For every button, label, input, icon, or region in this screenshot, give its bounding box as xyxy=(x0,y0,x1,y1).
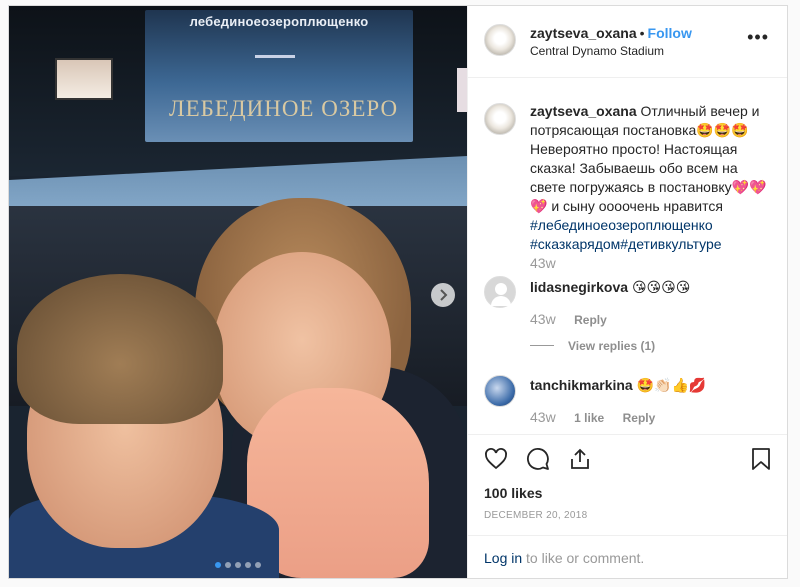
carousel-dot xyxy=(235,562,241,568)
comment-avatar-tanchikmarkina[interactable] xyxy=(484,375,516,407)
comment-timestamp: 43w xyxy=(530,409,556,425)
comment-likes-button[interactable]: 1 like xyxy=(574,411,604,425)
carousel-dot xyxy=(255,562,261,568)
caption-timestamp: 43w xyxy=(530,255,556,271)
view-replies-line xyxy=(530,345,554,347)
caption-username[interactable]: zaytseva_oxana xyxy=(530,103,637,119)
photo-boy-hair xyxy=(17,274,223,424)
post-date: DECEMBER 20, 2018 xyxy=(484,510,588,521)
post-sidebar: zaytseva_oxana • Follow Central Dynamo Sta… xyxy=(467,6,787,578)
caption-avatar[interactable] xyxy=(484,103,516,135)
comment-meta: 43w 1 like Reply xyxy=(530,409,655,427)
comment-username[interactable]: lidasnegirkova xyxy=(530,279,628,295)
comment-timestamp: 43w xyxy=(530,311,556,327)
photo-video-screen xyxy=(55,58,113,100)
header-user-line: zaytseva_oxana • Follow xyxy=(530,25,692,43)
post-header: zaytseva_oxana • Follow Central Dynamo Sta… xyxy=(468,6,787,78)
comments-list[interactable]: zaytseva_oxana Отличный вечер и потрясаю… xyxy=(468,79,787,432)
reply-button[interactable]: Reply xyxy=(574,313,607,327)
comment-text: 😘😘😘😘 xyxy=(631,279,691,295)
login-link[interactable]: Log in xyxy=(484,550,522,566)
header-username[interactable]: zaytseva_oxana xyxy=(530,25,637,41)
caption-hashtags[interactable]: #лебединоеозероплющенко #сказкарядом#дет… xyxy=(530,217,722,252)
banner-hashtag-text: лебединоеозероплющенко xyxy=(189,14,369,29)
carousel-dot xyxy=(215,562,221,568)
comment-avatar-lidasnegirkova[interactable] xyxy=(484,276,516,308)
login-prompt: Log in to like or comment. xyxy=(468,535,787,579)
view-replies-button[interactable]: View replies (1) xyxy=(568,339,655,353)
comment-username[interactable]: tanchikmarkina xyxy=(530,377,633,393)
banner-title-text: ЛЕБЕДИНОЕ ОЗЕРО xyxy=(169,96,399,121)
post-frame: лебединоеозероплющенко ЛЕБЕДИНОЕ ОЗЕРО z… xyxy=(8,5,788,579)
follow-button[interactable]: Follow xyxy=(648,25,692,41)
chevron-right-icon xyxy=(440,289,448,301)
post-actions: 100 likes DECEMBER 20, 2018 Log in to li… xyxy=(468,434,787,578)
login-suffix: to like or comment. xyxy=(522,550,645,566)
post-photo[interactable]: лебединоеозероплющенко ЛЕБЕДИНОЕ ОЗЕРО xyxy=(9,6,467,578)
location-link[interactable]: Central Dynamo Stadium xyxy=(530,44,664,58)
bookmark-icon[interactable] xyxy=(751,447,771,471)
likes-count[interactable]: 100 likes xyxy=(484,485,542,501)
reply-button[interactable]: Reply xyxy=(623,411,656,425)
view-replies[interactable]: View replies (1) xyxy=(530,337,655,355)
banner-crown xyxy=(255,38,295,58)
caption-text: Отличный вечер и потрясающая постановка🤩… xyxy=(530,103,767,214)
photo-show-banner: лебединоеозероплющенко ЛЕБЕДИНОЕ ОЗЕРО xyxy=(145,10,413,142)
header-separator: • xyxy=(639,25,645,41)
carousel-next-button[interactable] xyxy=(431,283,455,307)
heart-icon[interactable] xyxy=(484,447,508,471)
avatar[interactable] xyxy=(484,24,516,56)
more-options-button[interactable]: ••• xyxy=(747,28,769,46)
comment-tanchikmarkina: tanchikmarkina 🤩👏🏻👍💋 xyxy=(530,376,706,395)
caption: zaytseva_oxana Отличный вечер и потрясаю… xyxy=(530,102,776,254)
comment-lidasnegirkova: lidasnegirkova 😘😘😘😘 xyxy=(530,278,690,297)
comment-icon[interactable] xyxy=(526,447,550,471)
carousel-dot xyxy=(225,562,231,568)
comment-meta: 43w Reply xyxy=(530,311,607,329)
share-icon[interactable] xyxy=(568,447,592,471)
photo-video-screen-right xyxy=(457,68,467,112)
carousel-indicator xyxy=(9,562,467,568)
carousel-dot xyxy=(245,562,251,568)
comment-text: 🤩👏🏻👍💋 xyxy=(636,377,707,393)
